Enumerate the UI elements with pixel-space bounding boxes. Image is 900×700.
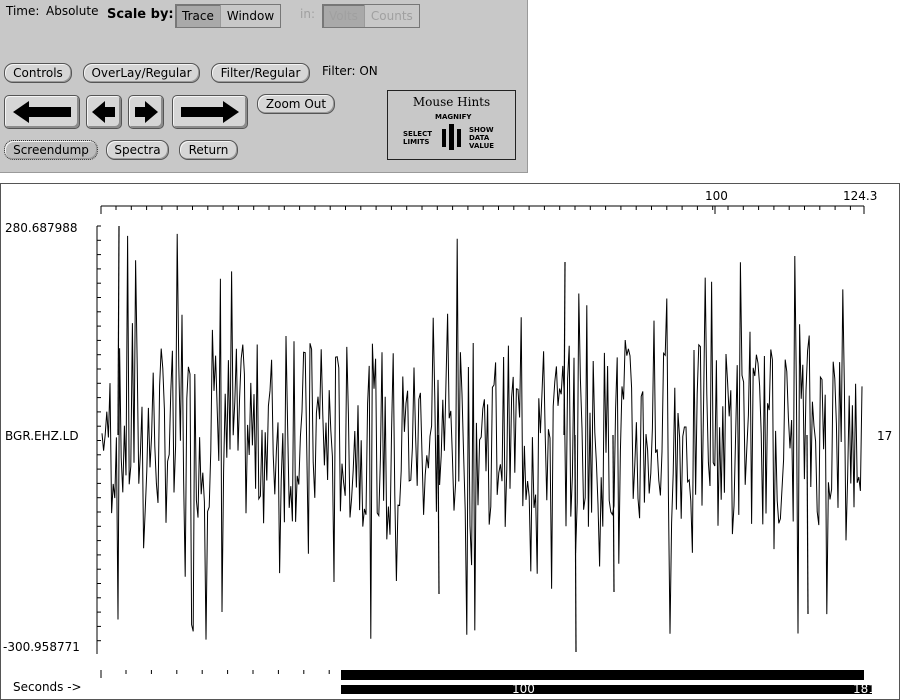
mouse-buttons-icon bbox=[442, 124, 461, 150]
select-hint: SELECT bbox=[403, 130, 432, 138]
scale-by-label: Scale by: bbox=[107, 7, 174, 22]
control-panel: Time: Absolute Scale by: Trace Window in… bbox=[0, 0, 528, 173]
scale-window-option[interactable]: Window bbox=[221, 5, 280, 27]
mouse-hints-panel: Mouse Hints MAGNIFY SELECT LIMITS SHOW D… bbox=[387, 90, 516, 160]
units-counts-option[interactable]: Counts bbox=[365, 5, 419, 27]
scroll-left-button[interactable] bbox=[86, 95, 122, 129]
right-value-label: 17 bbox=[877, 429, 893, 443]
screendump-button[interactable]: Screendump bbox=[4, 140, 98, 160]
time-window-bar[interactable] bbox=[341, 670, 864, 680]
trace-spike bbox=[574, 434, 577, 653]
scale-by-toggle: Trace Window bbox=[175, 4, 282, 28]
bottom-axis-end-label: 181 bbox=[853, 682, 876, 696]
units-label: in: bbox=[300, 7, 315, 21]
value-hint: VALUE bbox=[469, 142, 495, 150]
seismogram-trace bbox=[101, 233, 863, 640]
time-label: Time: bbox=[6, 4, 40, 18]
scroll-right-far-button[interactable] bbox=[172, 95, 248, 129]
magnify-hint: MAGNIFY bbox=[435, 113, 472, 121]
controls-button[interactable]: Controls bbox=[4, 63, 72, 83]
seismogram-canvas[interactable] bbox=[1, 184, 899, 699]
zoom-out-button[interactable]: Zoom Out bbox=[257, 94, 335, 114]
time-value[interactable]: Absolute bbox=[46, 4, 98, 18]
spectra-button[interactable]: Spectra bbox=[106, 140, 169, 160]
overlay-regular-button[interactable]: OverLay/Regular bbox=[83, 63, 200, 83]
units-volts-option[interactable]: Volts bbox=[323, 5, 365, 27]
bottom-axis-mid-label: 100 bbox=[512, 682, 535, 696]
right-arrow-large-icon bbox=[181, 101, 239, 123]
seismogram-plot[interactable]: 100 124.3 280.687988 BGR.EHZ.LD 17 -300.… bbox=[0, 183, 900, 700]
data-hint: DATA bbox=[469, 134, 490, 142]
filter-status: Filter: ON bbox=[322, 64, 378, 78]
left-arrow-large-icon bbox=[13, 101, 71, 123]
show-hint: SHOW bbox=[469, 126, 494, 134]
limits-hint: LIMITS bbox=[403, 138, 430, 146]
y-min-label: -300.958771 bbox=[3, 640, 80, 654]
scale-trace-option[interactable]: Trace bbox=[176, 5, 221, 27]
left-arrow-icon bbox=[92, 101, 115, 123]
y-max-label: 280.687988 bbox=[5, 221, 78, 235]
top-axis-end-label: 124.3 bbox=[843, 189, 878, 203]
return-button[interactable]: Return bbox=[179, 140, 238, 160]
channel-label: BGR.EHZ.LD bbox=[5, 429, 79, 443]
units-toggle: Volts Counts bbox=[322, 4, 420, 28]
filter-regular-button[interactable]: Filter/Regular bbox=[211, 63, 310, 83]
trace-spike bbox=[806, 434, 809, 615]
seconds-axis-label: Seconds -> bbox=[13, 680, 82, 694]
scroll-right-button[interactable] bbox=[128, 95, 164, 129]
trace-spike bbox=[612, 434, 615, 593]
scroll-left-far-button[interactable] bbox=[4, 95, 80, 129]
bottom-scroll-bar[interactable] bbox=[341, 685, 872, 694]
top-axis-mid-label: 100 bbox=[705, 189, 728, 203]
right-arrow-icon bbox=[135, 101, 158, 123]
mouse-hints-title: Mouse Hints bbox=[412, 95, 491, 109]
